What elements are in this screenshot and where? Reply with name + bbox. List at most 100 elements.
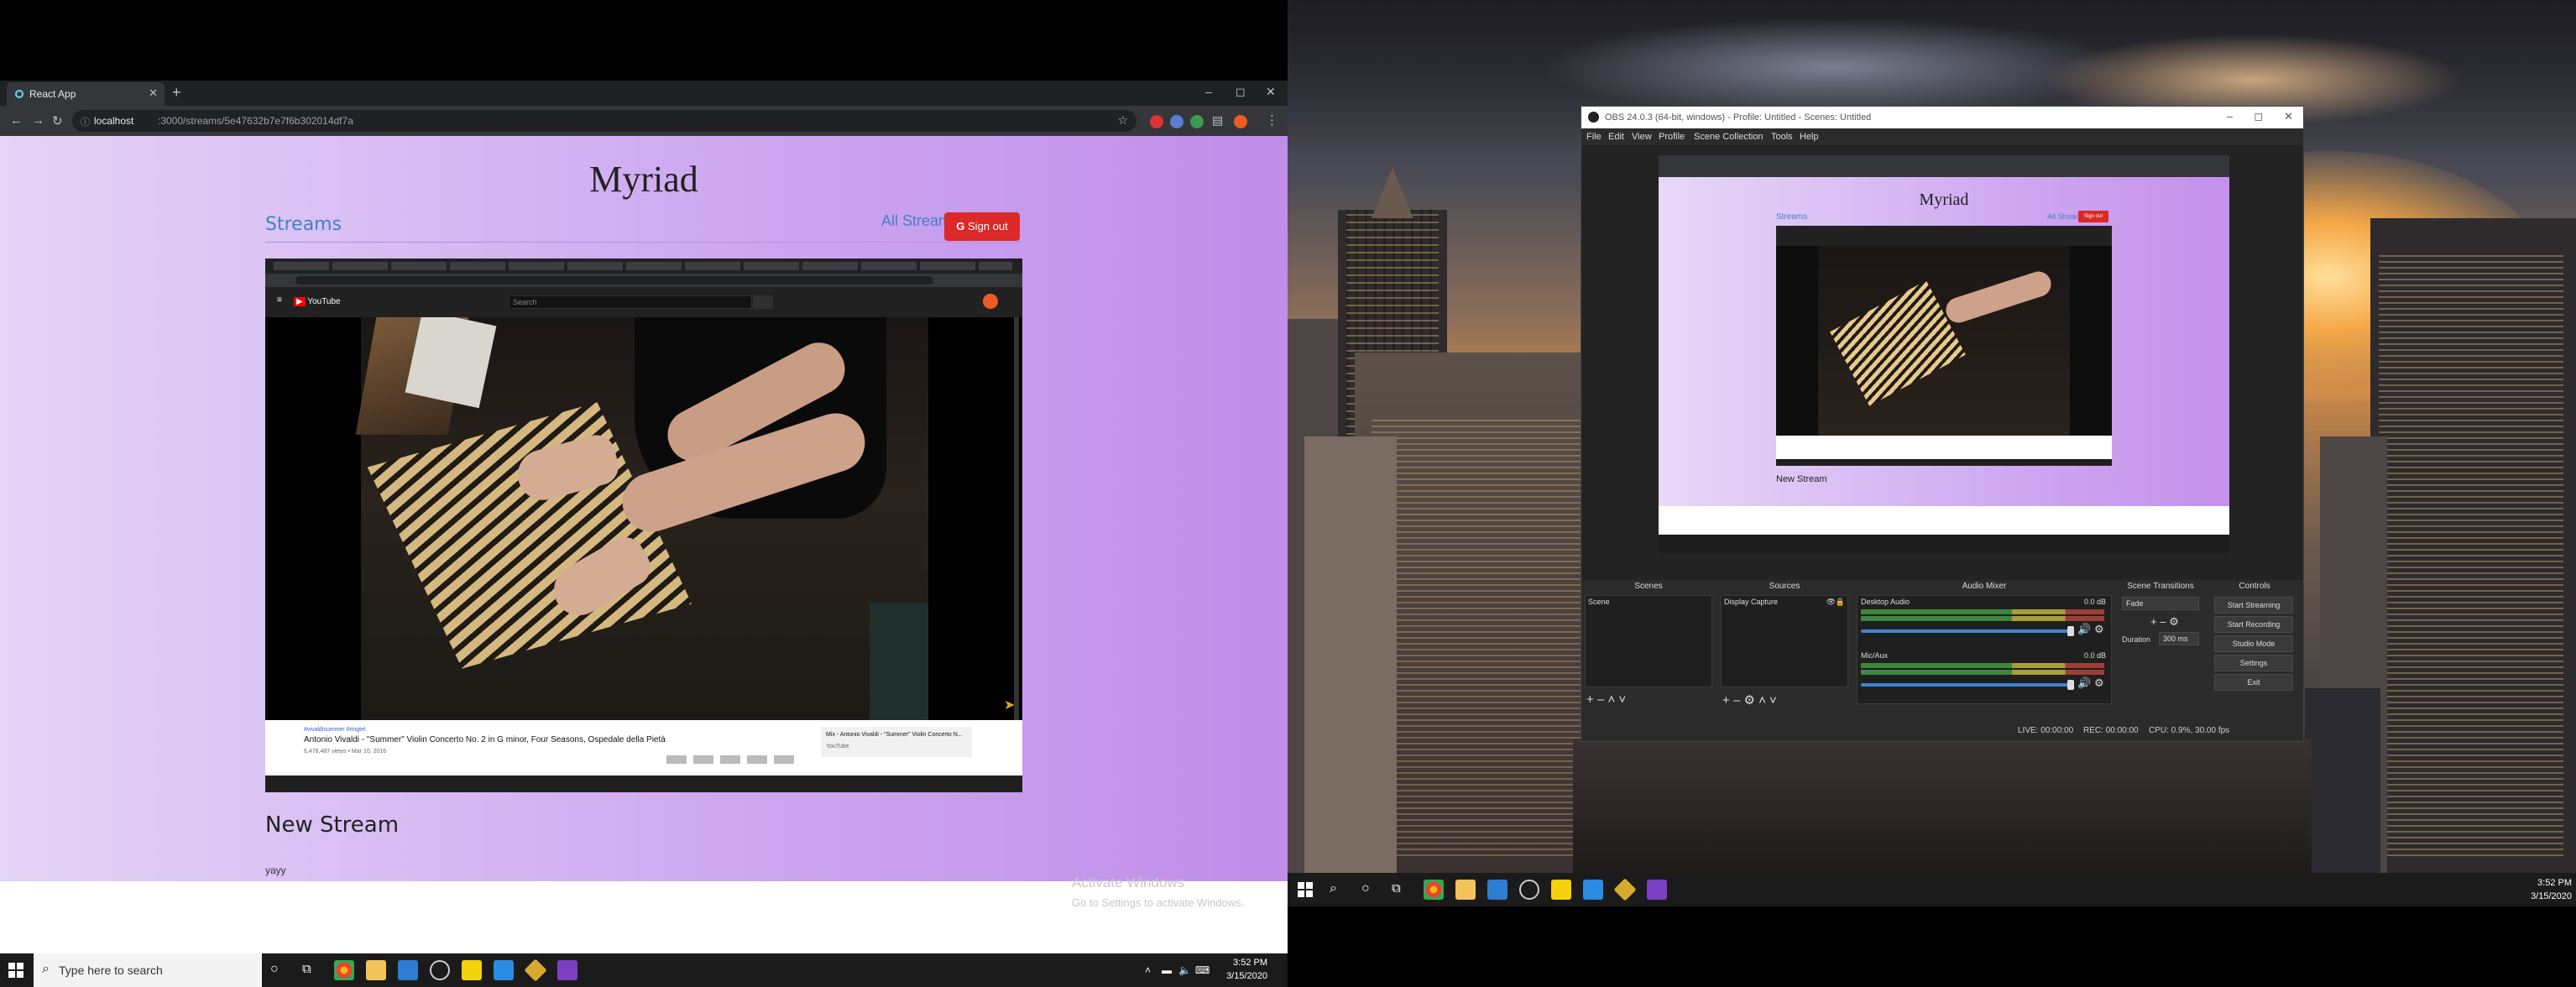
keyboard-icon[interactable]: ⌨ bbox=[1195, 964, 1210, 976]
cortana-icon[interactable]: ○ bbox=[1361, 881, 1370, 896]
fader-handle[interactable] bbox=[2067, 626, 2074, 636]
scenes-list[interactable]: Scene bbox=[1585, 595, 1712, 687]
windows-start-icon[interactable] bbox=[1298, 882, 1313, 897]
remove-icon[interactable]: – bbox=[2160, 615, 2166, 628]
sign-out-button[interactable]: G Sign out bbox=[944, 212, 1020, 241]
remove-icon[interactable]: – bbox=[1733, 693, 1740, 708]
move-up-icon[interactable]: ˄ bbox=[1758, 693, 1766, 708]
menu-edit[interactable]: Edit bbox=[1608, 132, 1624, 142]
mail-icon[interactable] bbox=[1487, 880, 1507, 900]
add-icon[interactable]: + bbox=[1722, 693, 1730, 708]
menu-scene-collection[interactable]: Scene Collection bbox=[1694, 132, 1763, 142]
gear-icon[interactable]: ⚙ bbox=[2094, 623, 2104, 636]
sticky-notes-icon[interactable] bbox=[462, 960, 482, 980]
start-streaming-button[interactable]: Start Streaming bbox=[2214, 597, 2293, 614]
duration-label: Duration bbox=[2122, 635, 2151, 644]
mic-aux-fader[interactable] bbox=[1861, 683, 2072, 687]
start-recording-button[interactable]: Start Recording bbox=[2214, 616, 2293, 633]
stream-video-player[interactable]: ≡ ▶ YouTube Search ➤ #vivaldisummer #rin… bbox=[265, 258, 1022, 792]
transition-select[interactable]: Fade bbox=[2122, 597, 2199, 610]
gear-icon[interactable]: ⚙ bbox=[2094, 676, 2104, 690]
eye-icon[interactable]: 👁 bbox=[1826, 596, 1836, 608]
menu-file[interactable]: File bbox=[1586, 132, 1602, 142]
source-item[interactable]: Display Capture 👁 🔒 bbox=[1722, 596, 1847, 608]
volume-icon[interactable]: 🔊 bbox=[2077, 676, 2091, 690]
move-down-icon[interactable]: ˅ bbox=[1618, 692, 1626, 707]
forward-arrow-icon[interactable]: → bbox=[32, 113, 44, 128]
add-icon[interactable]: + bbox=[1586, 692, 1594, 707]
studio-mode-button[interactable]: Studio Mode bbox=[2214, 635, 2293, 652]
obs-preview[interactable]: Myriad Streams All Streams Sign out New … bbox=[1581, 145, 2303, 580]
postman-icon[interactable] bbox=[524, 958, 547, 982]
move-up-icon[interactable]: ˄ bbox=[1607, 692, 1615, 707]
close-window-button[interactable]: ✕ bbox=[2284, 110, 2293, 123]
task-view-icon[interactable]: ⧉ bbox=[1392, 881, 1401, 896]
chevron-up-icon[interactable]: ˄ bbox=[1145, 964, 1151, 976]
extension-icon[interactable] bbox=[1170, 115, 1183, 128]
maximize-button[interactable]: ◻ bbox=[2254, 110, 2263, 123]
volume-icon[interactable]: 🔈 bbox=[1178, 964, 1191, 976]
visual-studio-icon[interactable] bbox=[1647, 880, 1667, 900]
file-explorer-icon[interactable] bbox=[366, 960, 386, 980]
chrome-icon[interactable] bbox=[1424, 880, 1444, 900]
visual-studio-icon[interactable] bbox=[557, 960, 577, 980]
postman-icon[interactable] bbox=[1613, 878, 1637, 901]
sticky-notes-icon[interactable] bbox=[1551, 880, 1571, 900]
close-window-button[interactable]: ✕ bbox=[1266, 85, 1276, 99]
close-icon[interactable]: ✕ bbox=[149, 86, 158, 100]
address-bar[interactable]: ⓘ localhost :3000/streams/5e47632b7e7f6b… bbox=[72, 110, 1136, 132]
file-explorer-icon[interactable] bbox=[1455, 880, 1476, 900]
menu-profile[interactable]: Profile bbox=[1659, 132, 1685, 142]
vscode-icon[interactable] bbox=[1583, 880, 1603, 900]
move-down-icon[interactable]: ˅ bbox=[1769, 693, 1777, 708]
fader-handle[interactable] bbox=[2067, 680, 2074, 690]
scene-item[interactable]: Scene bbox=[1586, 596, 1711, 608]
github-icon[interactable] bbox=[1519, 880, 1539, 900]
cortana-icon[interactable]: ○ bbox=[270, 962, 279, 977]
harpsichord-body bbox=[870, 603, 928, 720]
menu-help[interactable]: Help bbox=[1800, 132, 1819, 142]
taskbar-left: ⌕ Type here to search ○ ⧉ ˄ ▬ 🔈 ⌨ 3:52 P… bbox=[0, 953, 1288, 987]
taskbar-search[interactable]: ⌕ Type here to search bbox=[34, 953, 262, 987]
video-info: #vivaldisummer #ringtel Antonio Vivaldi … bbox=[265, 720, 1022, 776]
star-icon[interactable]: ☆ bbox=[1117, 113, 1128, 128]
maximize-button[interactable]: ◻ bbox=[1236, 85, 1246, 99]
back-arrow-icon[interactable]: ← bbox=[10, 113, 23, 128]
extension-icon[interactable] bbox=[1190, 115, 1204, 128]
task-view-icon[interactable]: ⧉ bbox=[302, 962, 311, 976]
exit-button[interactable]: Exit bbox=[2214, 674, 2293, 691]
chrome-icon[interactable] bbox=[334, 960, 354, 980]
mail-icon[interactable] bbox=[398, 960, 418, 980]
menu-view[interactable]: View bbox=[1632, 132, 1652, 142]
minimize-button[interactable]: – bbox=[2227, 110, 2233, 123]
tab-react-app[interactable]: React App ✕ bbox=[7, 82, 165, 106]
taskbar-clock[interactable]: 3:52 PM 3/15/2020 bbox=[2526, 876, 2572, 903]
taskbar-clock[interactable]: 3:52 PM 3/15/2020 bbox=[1215, 956, 1267, 983]
extension-icon[interactable] bbox=[1150, 115, 1163, 128]
streams-link[interactable]: Streams bbox=[265, 214, 342, 235]
vscode-icon[interactable] bbox=[494, 960, 514, 980]
gear-icon[interactable]: ⚙ bbox=[1743, 693, 1754, 708]
volume-icon[interactable]: 🔊 bbox=[2077, 623, 2091, 636]
sources-list[interactable]: Display Capture 👁 🔒 bbox=[1721, 595, 1848, 687]
obs-status-bar: LIVE: 00:00:00 REC: 00:00:00 CPU: 0.9%, … bbox=[1581, 719, 2303, 741]
menu-tools[interactable]: Tools bbox=[1771, 132, 1793, 142]
info-icon[interactable]: ⓘ bbox=[81, 115, 90, 128]
gear-icon[interactable]: ⚙ bbox=[2169, 615, 2179, 628]
lock-icon[interactable]: 🔒 bbox=[1836, 596, 1845, 608]
search-icon[interactable]: ⌕ bbox=[1330, 881, 1337, 896]
minimize-button[interactable]: – bbox=[1205, 85, 1212, 98]
cast-icon[interactable]: ▤ bbox=[1212, 113, 1223, 128]
windows-start-icon[interactable] bbox=[8, 963, 24, 978]
reload-icon[interactable]: ↻ bbox=[52, 113, 63, 128]
desktop-audio-fader[interactable] bbox=[1861, 629, 2072, 633]
network-icon[interactable]: ▬ bbox=[1162, 964, 1172, 976]
avatar[interactable] bbox=[1234, 115, 1247, 128]
duration-input[interactable]: 300 ms bbox=[2159, 632, 2199, 645]
remove-icon[interactable]: – bbox=[1597, 692, 1604, 707]
github-icon[interactable] bbox=[430, 960, 450, 980]
menu-kebab-icon[interactable]: ⋮ bbox=[1266, 112, 1278, 128]
settings-button[interactable]: Settings bbox=[2214, 655, 2293, 671]
add-icon[interactable]: + bbox=[2150, 615, 2157, 628]
new-tab-button[interactable]: + bbox=[172, 84, 181, 102]
